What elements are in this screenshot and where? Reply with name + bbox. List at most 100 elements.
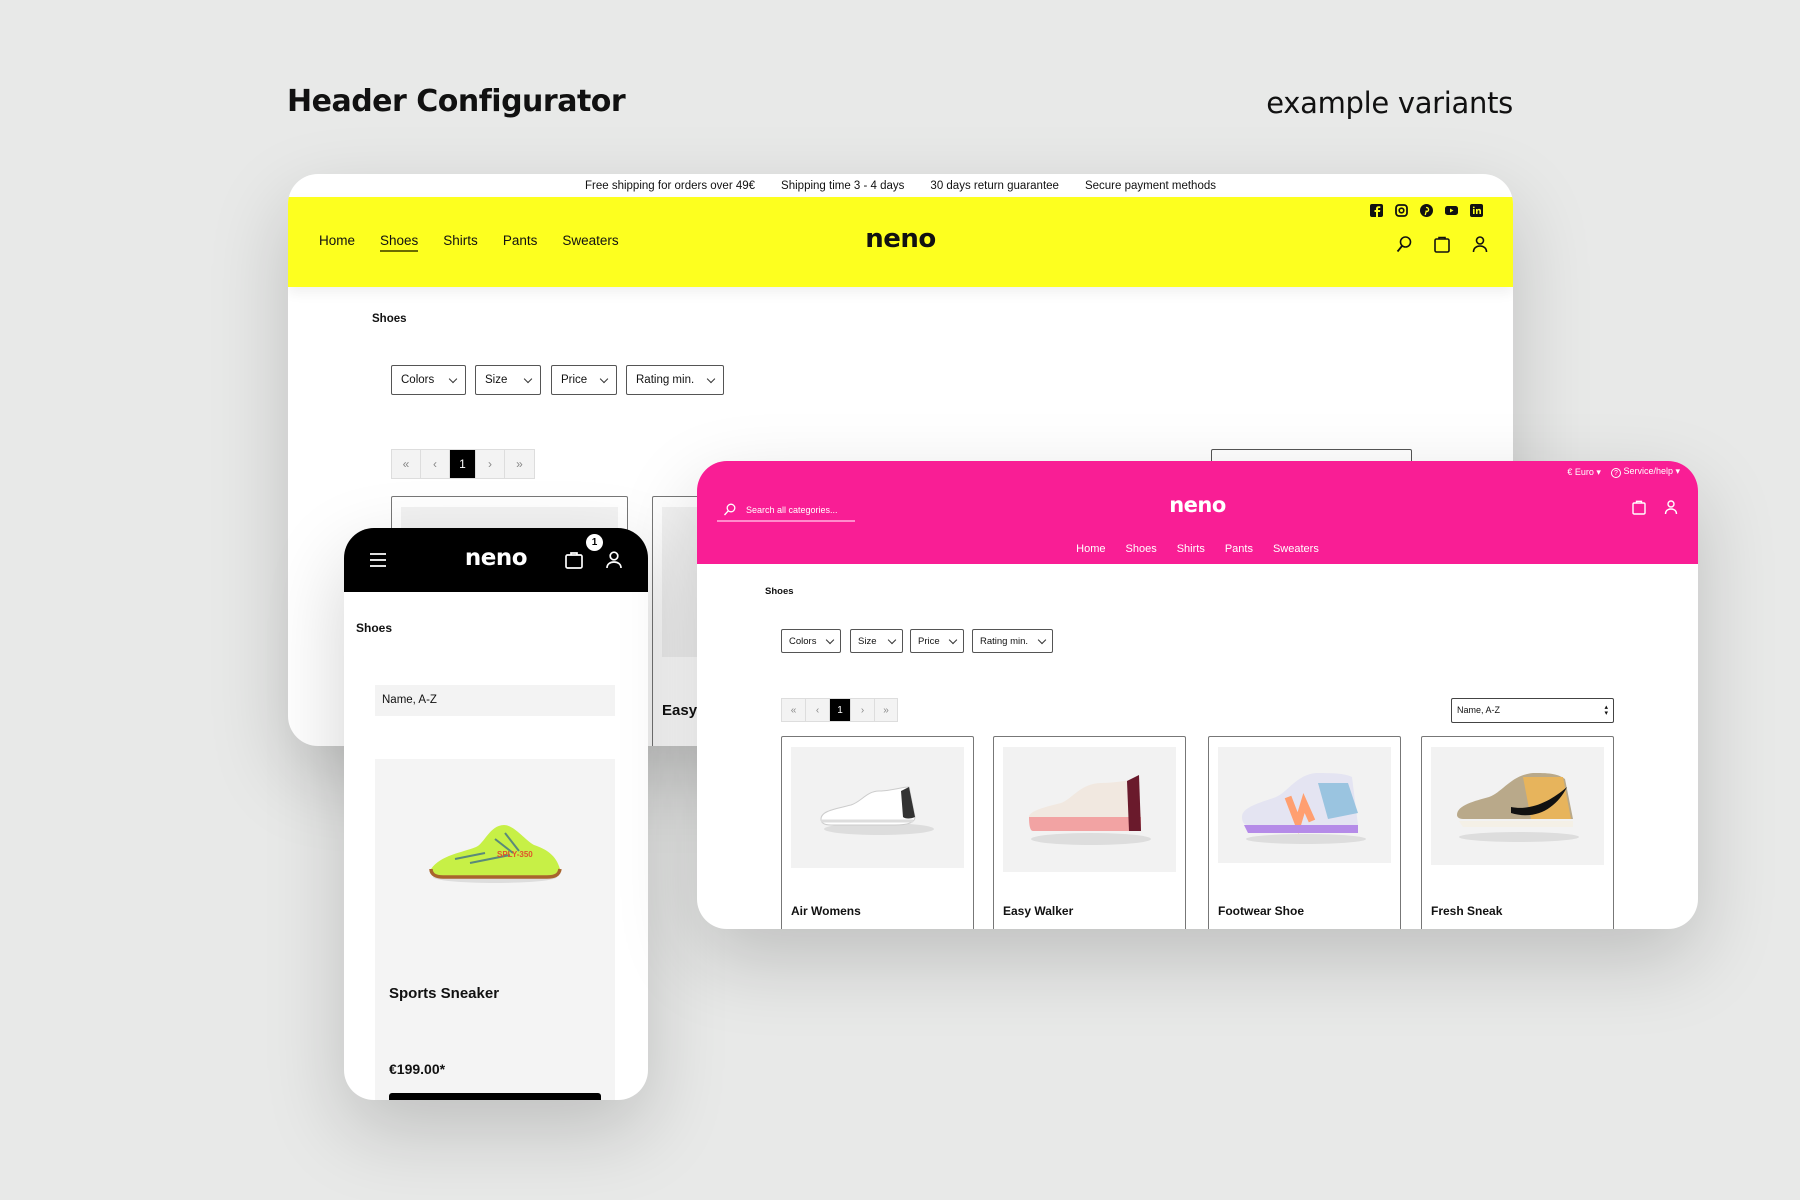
logo[interactable]: neno — [344, 545, 648, 571]
filter-size[interactable]: Size — [475, 365, 541, 395]
page-current[interactable]: 1 — [450, 450, 476, 478]
filter-label: Rating min. — [636, 374, 695, 386]
youtube-icon[interactable] — [1445, 204, 1458, 217]
filter-label: Size — [485, 374, 508, 386]
page-prev[interactable]: ‹ — [421, 450, 450, 478]
user-icon[interactable] — [1471, 235, 1489, 253]
pagination: « ‹ 1 › » — [391, 449, 535, 479]
filter-label: Colors — [789, 635, 817, 647]
product-card[interactable]: Footwear Shoe — [1208, 736, 1401, 929]
shoe-print-text: SPLY-350 — [497, 850, 533, 859]
service-label: Service/help — [1623, 466, 1673, 476]
breadcrumb[interactable]: Shoes — [356, 621, 392, 635]
product-name: Sports Sneaker — [389, 985, 500, 1002]
linkedin-icon[interactable] — [1470, 204, 1483, 217]
product-image — [1218, 747, 1391, 863]
product-card[interactable]: Air Womens — [781, 736, 974, 929]
product-card[interactable]: Fresh Sneak — [1421, 736, 1614, 929]
service-dropdown[interactable]: ? Service/help ▾ — [1610, 466, 1680, 478]
page-first[interactable]: « — [392, 450, 421, 478]
user-icon[interactable] — [1663, 499, 1679, 515]
user-icon[interactable] — [604, 550, 624, 570]
breadcrumb[interactable]: Shoes — [765, 586, 794, 597]
logo[interactable]: neno — [697, 493, 1698, 517]
product-name: Fresh Sneak — [1431, 904, 1503, 918]
logo[interactable]: neno — [288, 224, 1513, 254]
chevron-down-icon — [825, 635, 835, 644]
chevron-down-icon — [1037, 635, 1047, 644]
sort-select[interactable]: Name, A-Z ▴ ▾ — [1451, 698, 1614, 723]
product-name: Footwear Shoe — [1218, 904, 1305, 918]
filter-rating[interactable]: Rating min. — [626, 365, 724, 395]
shoe-image — [1029, 775, 1151, 845]
product-name: Air Womens — [791, 904, 861, 918]
nav-item-shoes[interactable]: Shoes — [1126, 543, 1157, 555]
product-card[interactable]: SPLY-350 Sports Sneaker €199.00* — [375, 759, 615, 1100]
page-title: Header Configurator — [287, 84, 626, 119]
filter-label: Price — [561, 374, 588, 386]
sort-value: Name, A-Z — [1457, 705, 1501, 715]
page-next[interactable]: › — [476, 450, 505, 478]
facebook-icon[interactable] — [1370, 204, 1383, 217]
chevron-down-icon — [599, 374, 609, 383]
bag-icon[interactable] — [564, 550, 584, 570]
help-icon: ? — [1610, 468, 1621, 478]
product-name: Easy — [662, 702, 698, 719]
main-nav: Home Shoes Shirts Pants Sweaters — [697, 543, 1698, 555]
pinterest-icon[interactable] — [1420, 204, 1433, 217]
filter-label: Rating min. — [980, 635, 1029, 647]
nav-item-home[interactable]: Home — [1076, 543, 1105, 555]
filter-label: Colors — [401, 374, 435, 386]
filter-size[interactable]: Size — [850, 629, 903, 653]
nav-item-shirts[interactable]: Shirts — [1177, 543, 1205, 555]
sort-select[interactable]: Name, A-Z — [375, 685, 615, 716]
top-links: € Euro ▾ ? Service/help ▾ — [1567, 466, 1680, 478]
filter-price[interactable]: Price — [910, 629, 964, 653]
page-subtitle: example variants — [1266, 86, 1513, 120]
product-price: €199.00* — [389, 1061, 446, 1077]
pink-header-variant: € Euro ▾ ? Service/help ▾ Search all cat… — [697, 461, 1698, 929]
chevron-down-icon — [887, 635, 897, 644]
product-name: Easy Walker — [1003, 904, 1074, 918]
currency-label: € Euro — [1567, 466, 1594, 477]
filter-colors[interactable]: Colors — [781, 629, 841, 653]
header: € Euro ▾ ? Service/help ▾ Search all cat… — [697, 461, 1698, 564]
filter-price[interactable]: Price — [551, 365, 617, 395]
nav-item-pants[interactable]: Pants — [1225, 543, 1253, 555]
page-next[interactable]: › — [851, 699, 875, 721]
add-to-cart-button[interactable] — [389, 1093, 601, 1100]
breadcrumb[interactable]: Shoes — [372, 313, 407, 325]
shoe-image — [1242, 773, 1366, 844]
page-last[interactable]: » — [505, 450, 534, 478]
chevron-down-icon — [523, 374, 533, 383]
bag-icon[interactable] — [1433, 235, 1451, 253]
bag-icon[interactable] — [1631, 499, 1647, 515]
instagram-icon[interactable] — [1395, 204, 1408, 217]
usp-item: Shipping time 3 - 4 days — [781, 179, 905, 192]
pagination: « ‹ 1 › » — [781, 698, 898, 722]
shoe-image — [1457, 773, 1579, 842]
cart-count-badge: 1 — [586, 534, 603, 551]
filter-label: Price — [918, 635, 940, 647]
product-image: SPLY-350 — [429, 825, 562, 883]
usp-item: Free shipping for orders over 49€ — [585, 179, 756, 192]
product-card[interactable]: Easy Walker — [993, 736, 1186, 929]
usp-item: Secure payment methods — [1084, 179, 1216, 192]
product-image — [791, 747, 964, 868]
shoe-image — [820, 786, 934, 835]
filter-colors[interactable]: Colors — [391, 365, 466, 395]
page-last[interactable]: » — [875, 699, 897, 721]
social-links — [1370, 204, 1483, 217]
filter-label: Size — [858, 635, 877, 647]
filter-rating[interactable]: Rating min. — [972, 629, 1053, 653]
search-icon[interactable] — [1395, 235, 1413, 253]
page-first[interactable]: « — [782, 699, 806, 721]
product-image — [1003, 747, 1176, 872]
chevron-down-icon — [706, 374, 716, 383]
usp-bar: Free shipping for orders over 49€ Shippi… — [288, 174, 1513, 197]
usp-item: 30 days return guarantee — [930, 179, 1059, 192]
currency-dropdown[interactable]: € Euro ▾ — [1567, 467, 1601, 478]
nav-item-sweaters[interactable]: Sweaters — [1273, 543, 1319, 555]
page-current[interactable]: 1 — [830, 699, 851, 721]
page-prev[interactable]: ‹ — [806, 699, 830, 721]
